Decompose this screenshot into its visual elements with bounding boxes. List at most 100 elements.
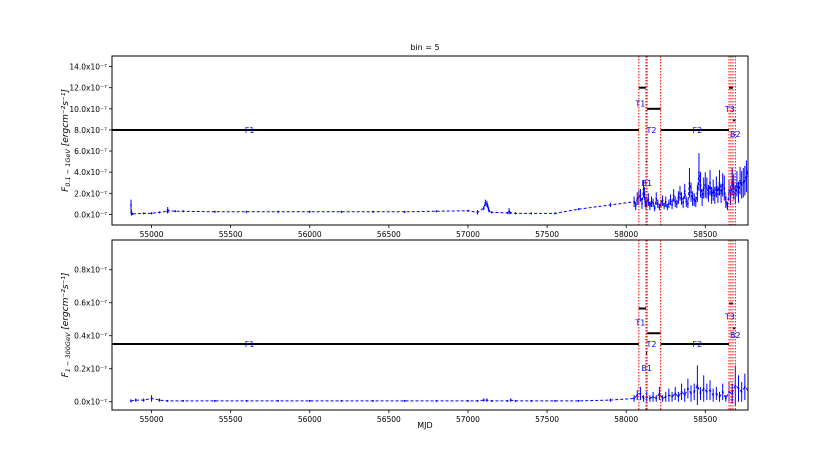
top-data-point <box>693 198 696 201</box>
top-data-point <box>704 183 707 186</box>
top-data-point <box>649 205 651 207</box>
bottom-data-point <box>699 392 702 395</box>
top-data-point <box>713 194 716 197</box>
bottom-data-point <box>715 392 718 395</box>
bottom-data-point <box>724 397 727 400</box>
bottom-data-point <box>142 399 145 401</box>
top-data-point <box>652 201 654 204</box>
top-data-point <box>740 183 743 186</box>
top-data-point <box>677 196 680 199</box>
bottom-data-point <box>674 392 677 395</box>
bottom-axes-frame <box>111 239 749 411</box>
top-data-point <box>245 210 248 213</box>
top-data-point <box>656 202 659 205</box>
top-data-point <box>577 208 580 211</box>
bottom-data-point <box>150 397 153 400</box>
top-data-point <box>671 204 673 206</box>
bottom-data-point <box>705 390 708 393</box>
top-data-point <box>642 188 645 190</box>
bottom-data-point <box>655 397 658 400</box>
bottom-data-point <box>514 400 517 402</box>
bottom-x-tick-label: 58000 <box>614 415 638 424</box>
bottom-data-point <box>658 392 661 395</box>
bottom-data-point <box>636 394 639 397</box>
top-data-point <box>690 191 692 194</box>
bottom-data-point <box>506 400 509 402</box>
bottom-data-point <box>743 385 746 388</box>
bottom-data-point <box>372 400 374 402</box>
bottom-data-point <box>509 399 512 401</box>
bottom-period-label-b1: B1 <box>641 364 652 373</box>
top-data-point <box>131 213 134 215</box>
top-data-point <box>699 183 702 186</box>
top-data-point <box>717 193 719 196</box>
bottom-data-point <box>693 390 696 393</box>
top-data-point <box>158 211 161 214</box>
top-data-point <box>142 212 145 215</box>
top-y-tick-label: 8.0x10⁻⁷ <box>74 126 107 135</box>
top-x-tick-label: 56000 <box>298 230 322 239</box>
top-data-point <box>508 210 511 213</box>
bottom-data-point <box>490 400 493 402</box>
bottom-period-label-f2: F2 <box>693 340 703 349</box>
top-y-tick-label: 10.0x10⁻⁷ <box>69 105 107 114</box>
bottom-data-point <box>737 387 740 390</box>
bottom-panel: F1 T1 B1 T2 F2 T3 B2 0.0x10⁻⁷ 0.2x10⁻⁷ 0.4x10⁻⁷ 0.… <box>61 239 749 424</box>
top-data-point <box>213 210 216 213</box>
bottom-data-point <box>639 392 642 395</box>
top-data-point <box>488 210 491 213</box>
bottom-x-tick-label: 56000 <box>298 415 322 424</box>
bottom-data-point <box>718 395 721 398</box>
bottom-data-point <box>667 394 670 397</box>
top-data-point <box>150 212 153 215</box>
top-data-point <box>705 187 708 189</box>
bottom-y-tick-label: 0.4x10⁻⁷ <box>74 332 107 341</box>
bottom-data-point <box>686 387 689 390</box>
bottom-y-tick-label: 0.2x10⁻⁷ <box>74 365 107 374</box>
top-period-label-f2: F2 <box>693 126 703 135</box>
top-data-point <box>653 207 656 210</box>
bottom-x-tick-label: 58500 <box>693 415 717 424</box>
top-data-point <box>340 210 343 213</box>
bottom-y-tick-label: 0.6x10⁻⁷ <box>74 299 107 308</box>
top-x-tick-label: 58500 <box>693 230 717 239</box>
bottom-data-point <box>671 395 673 398</box>
top-data-point <box>486 205 489 207</box>
top-data-point <box>710 194 713 197</box>
top-data-point <box>669 198 672 201</box>
top-data-point <box>514 212 517 215</box>
bottom-data-point <box>486 399 488 401</box>
top-data-point <box>487 208 490 211</box>
top-data-point <box>701 196 704 199</box>
top-data-point <box>745 175 748 178</box>
top-x-tick-label: 56500 <box>377 230 401 239</box>
top-y-axis-label: F0.1 − 1GeV [ergcm⁻²s⁻¹] <box>61 89 72 192</box>
bottom-data-point <box>130 400 132 402</box>
top-data-point <box>647 198 650 201</box>
bottom-y-tick-label: 0.0x10⁻⁷ <box>74 398 107 407</box>
bottom-x-tick-label: 57500 <box>535 415 559 424</box>
bottom-data-point <box>435 400 438 402</box>
top-data-point <box>643 192 646 195</box>
top-data-point <box>742 181 745 184</box>
bottom-plot-area <box>112 240 748 410</box>
top-data-point <box>636 197 639 200</box>
top-data-point <box>174 210 177 213</box>
top-data-point <box>167 209 169 212</box>
top-period-label-t2: T2 <box>646 126 657 135</box>
bottom-data-point <box>740 390 743 393</box>
top-data-point <box>658 206 661 208</box>
top-data-point <box>655 197 658 200</box>
top-x-tick-label: 55500 <box>219 230 243 239</box>
top-data-point <box>675 202 678 205</box>
top-data-point <box>641 202 643 205</box>
top-y-tick-label: 4.0x10⁻⁷ <box>74 168 107 177</box>
top-data-point <box>476 211 479 214</box>
bottom-data-point <box>476 400 479 402</box>
top-data-point <box>130 204 132 206</box>
bottom-x-tick-label: 55500 <box>219 415 243 424</box>
top-data-point <box>721 183 724 186</box>
top-y-tick-label: 2.0x10⁻⁷ <box>74 189 107 198</box>
top-data-point <box>650 200 653 203</box>
bottom-data-point <box>530 400 533 402</box>
